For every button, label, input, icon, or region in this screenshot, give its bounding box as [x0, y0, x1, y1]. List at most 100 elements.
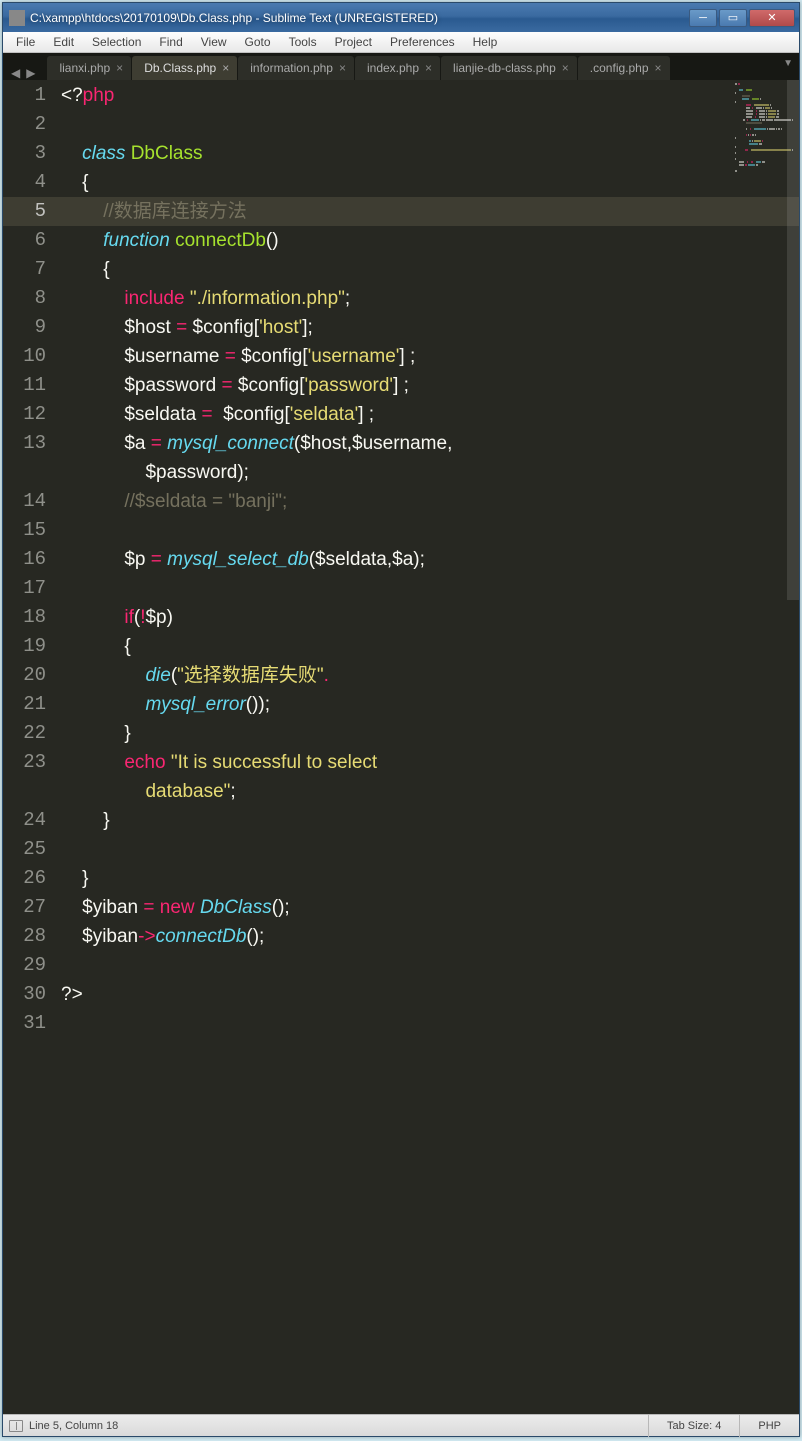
line-number[interactable]: [3, 777, 61, 806]
code-line[interactable]: $password);: [61, 458, 799, 487]
code-line[interactable]: $p = mysql_select_db($seldata,$a);: [61, 545, 799, 574]
code-line[interactable]: $host = $config['host'];: [61, 313, 799, 342]
line-number[interactable]: 21: [3, 690, 61, 719]
line-number[interactable]: 7: [3, 255, 61, 284]
menu-goto[interactable]: Goto: [236, 33, 280, 51]
line-number[interactable]: 1: [3, 81, 61, 110]
menu-help[interactable]: Help: [464, 33, 507, 51]
minimize-button[interactable]: ─: [689, 9, 717, 27]
menu-edit[interactable]: Edit: [44, 33, 83, 51]
code-line[interactable]: //数据库连接方法: [61, 197, 799, 226]
tab--config-php[interactable]: .config.php×: [578, 56, 670, 80]
line-number[interactable]: 22: [3, 719, 61, 748]
code-line[interactable]: ?>: [61, 980, 799, 1009]
line-number[interactable]: 28: [3, 922, 61, 951]
line-number[interactable]: 11: [3, 371, 61, 400]
line-number[interactable]: 20: [3, 661, 61, 690]
tab-lianxi-php[interactable]: lianxi.php×: [47, 56, 131, 80]
line-number[interactable]: 25: [3, 835, 61, 864]
gutter[interactable]: 1234567891011121314151617181920212223242…: [3, 80, 61, 1414]
tab-index-php[interactable]: index.php×: [355, 56, 440, 80]
line-number[interactable]: 27: [3, 893, 61, 922]
code-line[interactable]: [61, 110, 799, 139]
code-line[interactable]: $password = $config['password'] ;: [61, 371, 799, 400]
close-icon[interactable]: ×: [655, 61, 662, 75]
tab-prev-icon[interactable]: ◀: [11, 66, 20, 80]
line-number[interactable]: 24: [3, 806, 61, 835]
line-number[interactable]: 18: [3, 603, 61, 632]
tab-lianjie-db-class-php[interactable]: lianjie-db-class.php×: [441, 56, 577, 80]
line-number[interactable]: 3: [3, 139, 61, 168]
code-line[interactable]: $username = $config['username'] ;: [61, 342, 799, 371]
maximize-button[interactable]: ▭: [719, 9, 747, 27]
code-line[interactable]: [61, 516, 799, 545]
code-line[interactable]: }: [61, 719, 799, 748]
code-view[interactable]: <?php class DbClass { //数据库连接方法 function…: [61, 80, 799, 1414]
line-number[interactable]: 23: [3, 748, 61, 777]
line-number[interactable]: [3, 458, 61, 487]
menu-project[interactable]: Project: [326, 33, 381, 51]
code-line[interactable]: [61, 574, 799, 603]
code-line[interactable]: //$seldata = "banji";: [61, 487, 799, 516]
menu-view[interactable]: View: [192, 33, 236, 51]
line-number[interactable]: 19: [3, 632, 61, 661]
line-number[interactable]: 4: [3, 168, 61, 197]
line-number[interactable]: 15: [3, 516, 61, 545]
line-number[interactable]: 16: [3, 545, 61, 574]
code-line[interactable]: }: [61, 864, 799, 893]
line-number[interactable]: 14: [3, 487, 61, 516]
code-line[interactable]: include "./information.php";: [61, 284, 799, 313]
line-number[interactable]: 6: [3, 226, 61, 255]
line-number[interactable]: 9: [3, 313, 61, 342]
line-number[interactable]: 12: [3, 400, 61, 429]
code-line[interactable]: [61, 835, 799, 864]
menu-file[interactable]: File: [7, 33, 44, 51]
line-number[interactable]: 30: [3, 980, 61, 1009]
code-line[interactable]: $yiban->connectDb();: [61, 922, 799, 951]
menu-preferences[interactable]: Preferences: [381, 33, 464, 51]
tab-next-icon[interactable]: ▶: [26, 66, 35, 80]
close-button[interactable]: ✕: [749, 9, 795, 27]
tab-Db-Class-php[interactable]: Db.Class.php×: [132, 56, 237, 80]
line-number[interactable]: 10: [3, 342, 61, 371]
line-number[interactable]: 26: [3, 864, 61, 893]
code-line[interactable]: }: [61, 806, 799, 835]
code-line[interactable]: function connectDb(): [61, 226, 799, 255]
status-tabsize[interactable]: Tab Size: 4: [648, 1415, 739, 1437]
scrollbar-vertical[interactable]: [787, 80, 799, 1414]
titlebar[interactable]: C:\xampp\htdocs\20170109\Db.Class.php - …: [3, 3, 799, 32]
panel-icon[interactable]: [9, 1420, 23, 1432]
line-number[interactable]: 13: [3, 429, 61, 458]
close-icon[interactable]: ×: [116, 61, 123, 75]
tab-nav[interactable]: ◀▶: [11, 66, 35, 80]
code-line[interactable]: [61, 1009, 799, 1038]
code-line[interactable]: $yiban = new DbClass();: [61, 893, 799, 922]
code-line[interactable]: {: [61, 632, 799, 661]
scroll-thumb[interactable]: [787, 80, 799, 600]
status-syntax[interactable]: PHP: [739, 1415, 799, 1437]
line-number[interactable]: 2: [3, 110, 61, 139]
code-line[interactable]: database";: [61, 777, 799, 806]
code-line[interactable]: {: [61, 168, 799, 197]
code-line[interactable]: <?php: [61, 81, 799, 110]
line-number[interactable]: 8: [3, 284, 61, 313]
code-line[interactable]: $a = mysql_connect($host,$username,: [61, 429, 799, 458]
close-icon[interactable]: ×: [562, 61, 569, 75]
line-number[interactable]: 17: [3, 574, 61, 603]
menu-find[interactable]: Find: [150, 33, 191, 51]
status-position[interactable]: Line 5, Column 18: [29, 1420, 118, 1432]
code-line[interactable]: mysql_error());: [61, 690, 799, 719]
code-line[interactable]: $seldata = $config['seldata'] ;: [61, 400, 799, 429]
code-line[interactable]: if(!$p): [61, 603, 799, 632]
tab-information-php[interactable]: information.php×: [238, 56, 354, 80]
close-icon[interactable]: ×: [425, 61, 432, 75]
minimap[interactable]: [735, 82, 793, 172]
code-line[interactable]: class DbClass: [61, 139, 799, 168]
close-icon[interactable]: ×: [222, 61, 229, 75]
close-icon[interactable]: ×: [339, 61, 346, 75]
line-number[interactable]: 31: [3, 1009, 61, 1038]
menu-selection[interactable]: Selection: [83, 33, 150, 51]
line-number[interactable]: 5: [3, 197, 61, 226]
code-line[interactable]: [61, 951, 799, 980]
line-number[interactable]: 29: [3, 951, 61, 980]
